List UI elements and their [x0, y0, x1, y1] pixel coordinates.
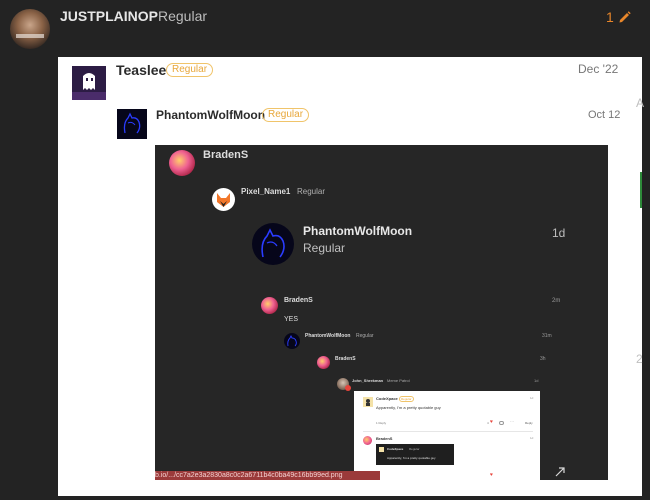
link-icon: [499, 421, 504, 425]
codexpace-text: Apparently, I'm a pretty quotable guy: [376, 405, 441, 410]
replies-toggle: 1 Reply: [376, 421, 387, 425]
big-phantom-avatar: [252, 223, 294, 265]
bradens-post-text: YES: [284, 316, 299, 323]
john-avatar-flag: [345, 385, 351, 391]
heart-icon: ♥: [490, 419, 493, 425]
teaslee-username[interactable]: Teaslee: [116, 62, 166, 78]
quote-codexpace-title: Regular: [409, 447, 420, 451]
pixel-username: Pixel_Name1: [241, 187, 291, 196]
phantom-title-small: Regular: [356, 333, 374, 339]
bradens-time-2: 2m: [552, 298, 561, 304]
bradens-avatar-4: [363, 436, 372, 445]
more-icon: ···: [510, 419, 514, 424]
reply-button: Reply: [525, 421, 533, 425]
timeline-progress-bar: [640, 172, 642, 208]
big-phantom-title: Regular: [303, 241, 346, 255]
pixel-title: Regular: [297, 187, 326, 196]
teaslee-date[interactable]: Dec '22: [578, 62, 618, 76]
bradens-avatar: [169, 150, 195, 176]
bradens-time-3: 3h: [540, 356, 546, 362]
like-count: 4: [487, 421, 489, 425]
phantom-badge: Regular: [262, 108, 310, 122]
codexpace-badge: Regular: [399, 396, 414, 402]
john-username: John_Shrekman: [352, 378, 384, 383]
codexpace-avatar: [363, 397, 373, 407]
bradens-avatar-2: [261, 297, 278, 314]
phantom-username-small: PhantomWolfMoon: [305, 333, 351, 339]
nested-screenshot: CodeXpace Regular 1d Apparently, I'm a p…: [354, 391, 540, 480]
quote-codexpace-avatar: [379, 447, 384, 452]
john-title: Meme Patrol: [387, 378, 410, 383]
phantom-time-small: 31m: [542, 333, 552, 339]
bradens-time-4: 1d: [530, 436, 534, 440]
bradens-username-2: BradenS: [284, 297, 313, 304]
phantom-avatar-small: [284, 333, 300, 349]
edit-history-button[interactable]: 1: [606, 8, 632, 26]
big-phantom-time: 1d: [552, 226, 566, 240]
phantom-avatar[interactable]: [117, 109, 147, 139]
john-time: 1d: [534, 378, 539, 383]
teaslee-badge: Regular: [166, 63, 214, 77]
codexpace-time: 1d: [530, 396, 534, 400]
codexpace-username: CodeXpace: [376, 396, 398, 401]
phantom-username[interactable]: PhantomWolfMoon: [156, 108, 265, 122]
phantom-date[interactable]: Oct 12: [588, 109, 620, 121]
bradens-username: BradenS: [203, 149, 249, 161]
bradens-username-4: BradenS: [376, 436, 393, 441]
pixel-avatar: [212, 188, 235, 211]
op-avatar[interactable]: [10, 9, 50, 49]
edge-marker-2: 2: [636, 352, 643, 366]
like-heart-2: ♥: [490, 472, 493, 478]
nested-quote: CodeXpace Regular Apparently, I'm a pret…: [376, 444, 454, 465]
expand-icon: [555, 467, 565, 477]
quote-codexpace-text: Apparently, I'm a pretty quotable guy: [387, 456, 436, 460]
image-url-text: b.io/.../cc7a2e3a2830a8c0c2a6711b4c0ba49…: [155, 472, 343, 479]
big-phantom-username: PhantomWolfMoon: [303, 224, 413, 238]
pencil-icon: [618, 10, 632, 24]
nested-divider: [363, 431, 533, 432]
op-username[interactable]: JUSTPLAINOP: [60, 8, 158, 24]
op-user-title: Regular: [158, 8, 208, 24]
quote-codexpace-username: CodeXpace: [387, 447, 404, 451]
bradens-avatar-3: [317, 356, 330, 369]
teaslee-avatar[interactable]: [72, 66, 106, 100]
edge-marker-a: A: [636, 96, 645, 110]
bradens-username-3: BradenS: [335, 356, 356, 362]
embedded-screenshot[interactable]: BradenS Pixel_Name1 Regular PhantomWolfM…: [155, 145, 608, 480]
edit-count: 1: [606, 9, 614, 25]
